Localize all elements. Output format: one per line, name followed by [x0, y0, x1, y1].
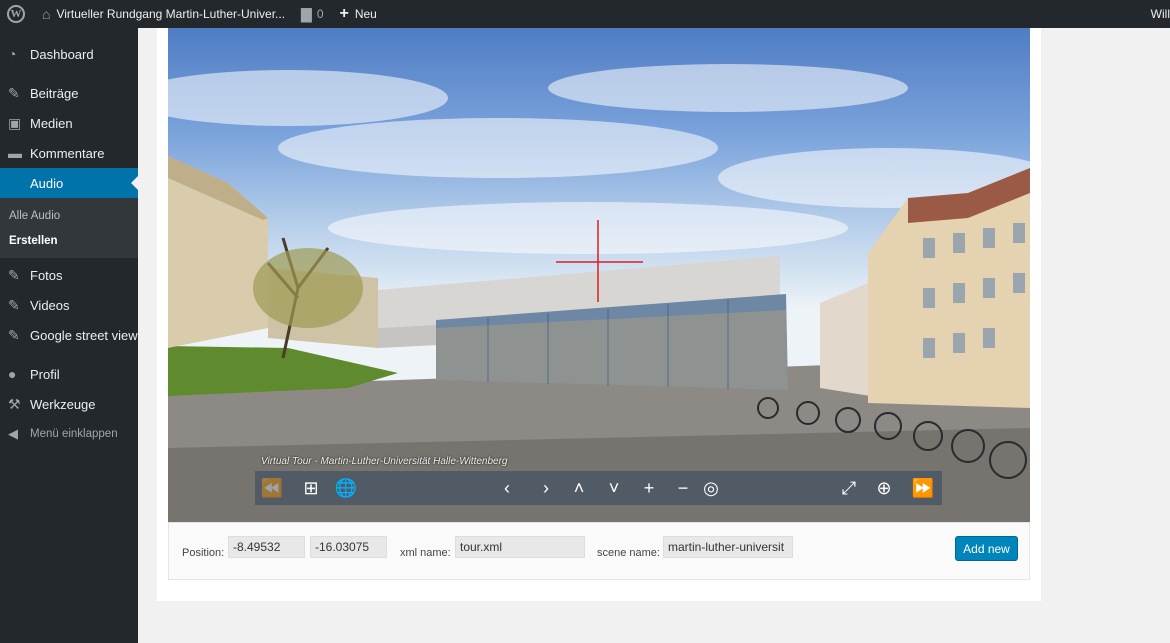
dashboard-icon: ◔: [8, 46, 17, 62]
media-icon: ▣: [8, 114, 22, 131]
scene-name-input[interactable]: martin-luther-universit: [663, 536, 793, 558]
plus-icon: +: [643, 477, 655, 498]
pan-down-button[interactable]: ˅: [599, 471, 629, 505]
admin-sidebar: ◔ Dashboard ✎ Beiträge ▣ Medien ▬ Kommen…: [0, 28, 138, 643]
zoom-in-button[interactable]: +: [634, 471, 664, 505]
new-label: Neu: [354, 7, 377, 21]
sidebar-item-google-street-view[interactable]: ✎ Google street view: [0, 320, 138, 350]
globe-icon: 🌐: [334, 477, 358, 498]
sidebar-item-profil[interactable]: ● Profil: [0, 359, 138, 389]
sidebar-item-label: Audio: [30, 175, 64, 191]
position-label: Position:: [182, 547, 225, 559]
share-icon: ◎: [703, 477, 719, 498]
rewind-icon: ⏪: [260, 477, 284, 498]
new-content-link[interactable]: + Neu: [332, 0, 385, 28]
collapse-menu-button[interactable]: ◀ Menü einklappen: [0, 419, 138, 449]
fast-forward-icon: ⏩: [911, 477, 935, 498]
hotspots-button[interactable]: ◎: [696, 471, 726, 505]
collapse-label: Menü einklappen: [30, 428, 118, 440]
chevron-down-icon: ˅: [608, 477, 620, 498]
wrench-icon: ⚒: [8, 395, 21, 412]
previous-scene-button[interactable]: ⏪: [257, 471, 287, 505]
download-button[interactable]: ⊕: [869, 471, 899, 505]
submenu-item-erstellen[interactable]: Erstellen: [0, 229, 138, 254]
sidebar-item-audio[interactable]: Audio: [0, 168, 138, 198]
panorama-viewer[interactable]: Virtual Tour - Martin-Luther-Universität…: [168, 28, 1030, 522]
wordpress-logo-button[interactable]: W: [0, 0, 34, 28]
position-y-input[interactable]: -16.03075: [310, 536, 387, 558]
map-button[interactable]: 🌐: [331, 471, 361, 505]
sidebar-item-label: Kommentare: [30, 145, 105, 161]
audio-submenu: Alle Audio Erstellen: [0, 198, 138, 258]
panorama-controls: ⏪ ⊞ 🌐 ‹ › ˄ ˅ + − ◎ ⤢ ⊕ ⏩: [255, 471, 942, 505]
sidebar-item-medien[interactable]: ▣ Medien: [0, 108, 138, 138]
comment-icon: ▇: [301, 5, 312, 22]
position-x-input[interactable]: -8.49532: [228, 536, 305, 558]
fullscreen-icon: ⤢: [841, 477, 857, 498]
position-form: Position: -8.49532 -16.03075 xml name: t…: [168, 522, 1030, 580]
sidebar-item-label: Dashboard: [30, 46, 94, 62]
pan-right-button[interactable]: ›: [531, 471, 561, 505]
sidebar-item-label: Videos: [30, 297, 70, 313]
panorama-caption: Virtual Tour - Martin-Luther-Universität…: [261, 456, 508, 467]
download-icon: ⊕: [876, 477, 892, 498]
xml-name-input[interactable]: tour.xml: [455, 536, 585, 558]
wordpress-logo-icon: W: [7, 5, 25, 23]
chevron-left-icon: ‹: [504, 477, 510, 498]
pin-icon: ✎: [8, 296, 20, 313]
comments-link[interactable]: ▇ 0: [293, 0, 331, 28]
user-account-link[interactable]: Will: [1151, 0, 1170, 28]
sidebar-item-label: Werkzeuge: [30, 396, 96, 412]
pan-left-button[interactable]: ‹: [492, 471, 522, 505]
sidebar-item-beitraege[interactable]: ✎ Beiträge: [0, 78, 138, 108]
chevron-right-icon: ›: [543, 477, 549, 498]
sidebar-item-label: Medien: [30, 115, 73, 131]
collapse-icon: ◀: [8, 426, 18, 441]
fullscreen-button[interactable]: ⤢: [834, 471, 864, 505]
admin-bar: W ⌂ Virtueller Rundgang Martin-Luther-Un…: [0, 0, 1170, 28]
pan-up-button[interactable]: ˄: [564, 471, 594, 505]
pin-icon: ✎: [8, 326, 20, 343]
pin-icon: ✎: [8, 84, 20, 101]
zoom-out-button[interactable]: −: [668, 471, 698, 505]
panorama-scene: [168, 64, 1030, 522]
content-panel: Virtual Tour - Martin-Luther-Universität…: [157, 28, 1041, 601]
sidebar-item-label: Fotos: [30, 267, 63, 283]
sidebar-item-label: Beiträge: [30, 85, 79, 101]
user-icon: ●: [8, 366, 17, 382]
site-title: Virtueller Rundgang Martin-Luther-Univer…: [56, 7, 286, 21]
thumbnails-button[interactable]: ⊞: [296, 471, 326, 505]
sidebar-item-dashboard[interactable]: ◔ Dashboard: [0, 39, 138, 69]
pin-icon: ✎: [8, 266, 20, 283]
chevron-up-icon: ˄: [573, 477, 585, 498]
add-new-button[interactable]: Add new: [955, 536, 1018, 561]
grid-icon: ⊞: [303, 477, 319, 498]
sidebar-item-werkzeuge[interactable]: ⚒ Werkzeuge: [0, 389, 138, 419]
home-icon: ⌂: [42, 6, 51, 22]
comment-icon: ▬: [8, 145, 22, 161]
submenu-item-alle-audio[interactable]: Alle Audio: [0, 204, 138, 229]
sidebar-item-label: Google street view: [30, 327, 138, 343]
next-scene-button[interactable]: ⏩: [908, 471, 938, 505]
sidebar-item-label: Profil: [30, 366, 60, 382]
sidebar-item-kommentare[interactable]: ▬ Kommentare: [0, 138, 138, 168]
sidebar-item-fotos[interactable]: ✎ Fotos: [0, 260, 138, 290]
sidebar-item-videos[interactable]: ✎ Videos: [0, 290, 138, 320]
xml-name-label: xml name:: [400, 547, 451, 559]
site-name-link[interactable]: ⌂ Virtueller Rundgang Martin-Luther-Univ…: [34, 0, 293, 28]
minus-icon: −: [677, 477, 689, 498]
comments-count: 0: [316, 7, 324, 21]
plus-icon: +: [339, 5, 349, 22]
scene-name-label: scene name:: [597, 547, 660, 559]
